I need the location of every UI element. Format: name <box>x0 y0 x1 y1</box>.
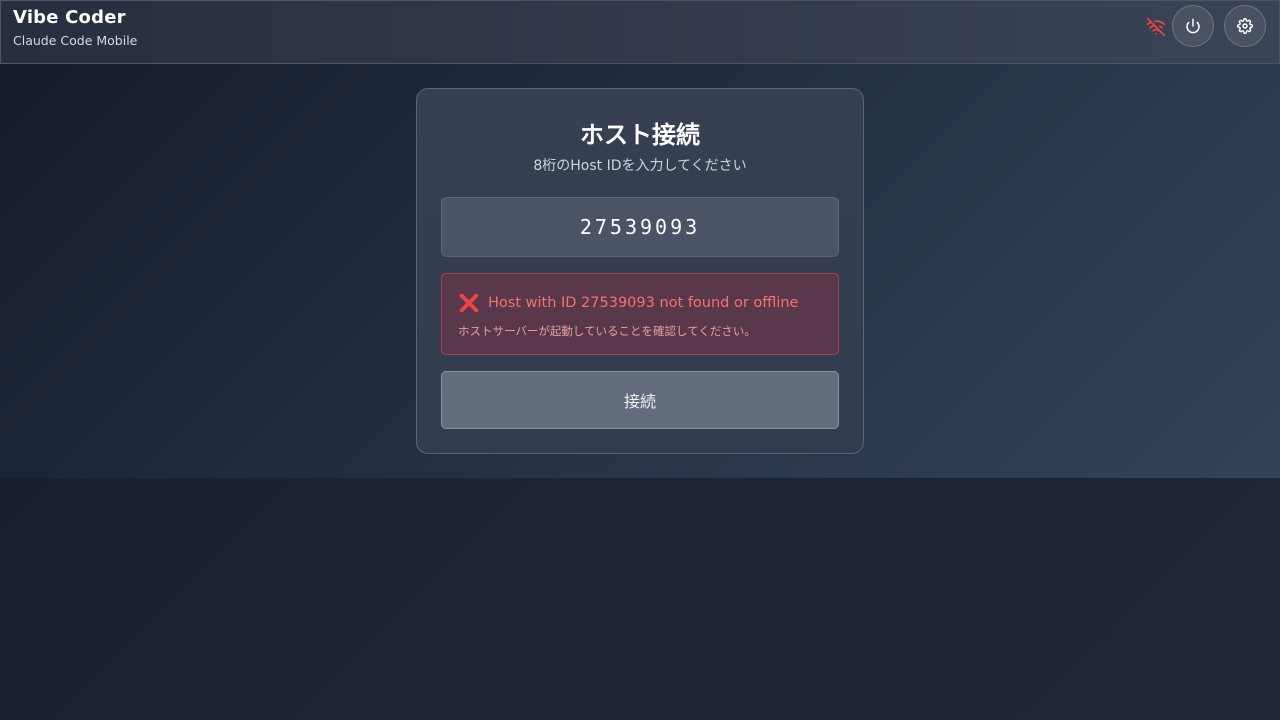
wifi-off-icon <box>1146 17 1166 37</box>
error-alert: Host with ID 27539093 not found or offli… <box>441 273 839 355</box>
card-subtitle: 8桁のHost IDを入力してください <box>533 158 747 174</box>
power-button[interactable] <box>1172 5 1214 47</box>
card-title: ホスト接続 <box>580 121 700 149</box>
error-hint: ホストサーバーが起動していることを確認してください。 <box>458 324 756 338</box>
app-title: Vibe Coder <box>13 7 126 28</box>
gear-icon <box>1237 18 1253 34</box>
app-subtitle: Claude Code Mobile <box>13 33 138 48</box>
error-message: Host with ID 27539093 not found or offli… <box>488 295 799 311</box>
host-id-input[interactable] <box>441 197 839 257</box>
power-icon <box>1186 18 1200 34</box>
settings-button[interactable] <box>1224 5 1266 47</box>
cross-mark-icon <box>459 293 479 313</box>
app-root: Vibe Coder Claude Code Mobile ホスト接続 8桁のH… <box>0 0 1280 720</box>
host-connect-card: ホスト接続 8桁のHost IDを入力してください Host with ID 2… <box>416 88 864 454</box>
app-header: Vibe Coder Claude Code Mobile <box>0 0 1280 64</box>
connect-button[interactable]: 接続 <box>441 371 839 429</box>
